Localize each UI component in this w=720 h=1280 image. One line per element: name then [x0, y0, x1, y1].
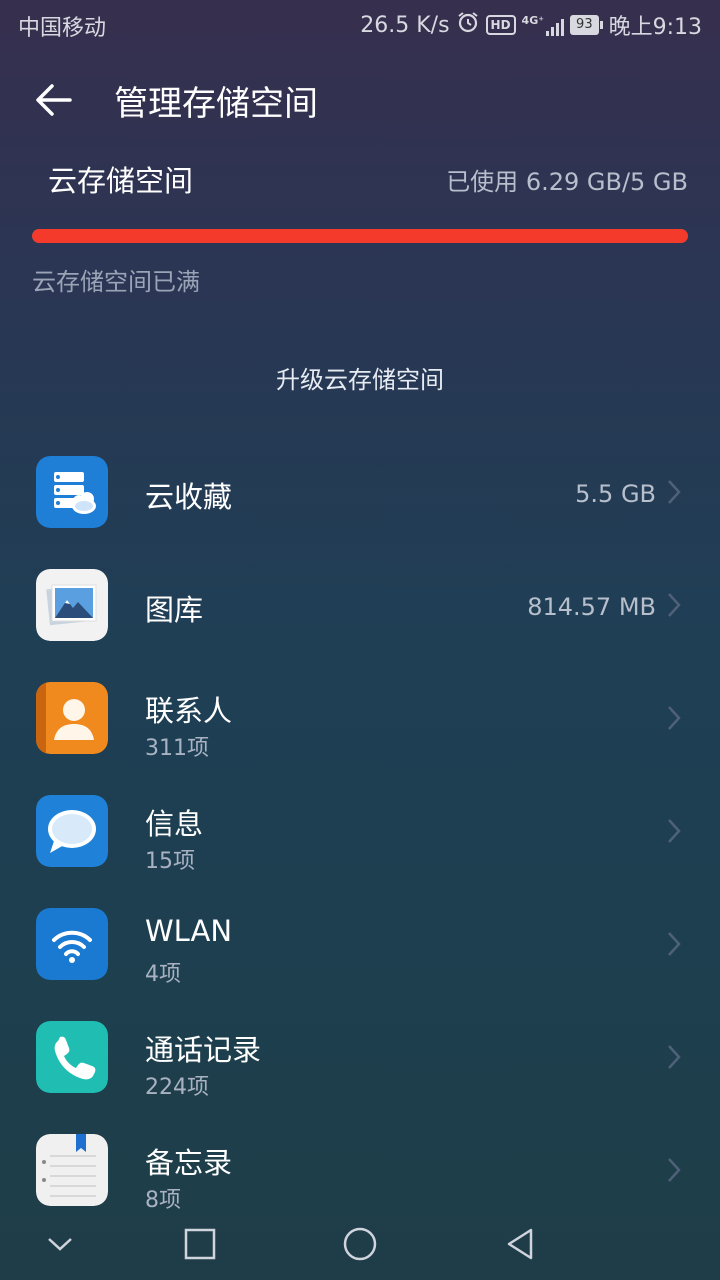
item-name: 图库: [145, 593, 204, 627]
list-item-messages[interactable]: 信息 15项: [0, 781, 720, 894]
status-bar: 中国移动 26.5 K/s HD 4G⁺ 93 晚上9:13: [0, 0, 720, 50]
network-speed: 26.5 K/s: [360, 12, 450, 38]
list-item-gallery[interactable]: 图库 814.57 MB: [0, 555, 720, 668]
item-name: 联系人: [145, 694, 233, 728]
backup-item-list: 云收藏 5.5 GB 图库 814.57 MB 联系人 311项 信息 15项 …: [0, 442, 720, 1233]
cloud-favorites-icon: [36, 456, 108, 528]
item-count: 311项: [145, 736, 209, 761]
cloud-storage-summary: 云存储空间 已使用 6.29 GB/5 GB: [0, 150, 720, 210]
hd-badge: HD: [485, 15, 516, 35]
chevron-down-icon: [48, 1238, 72, 1251]
signal-icon: 4G⁺: [522, 14, 565, 36]
upgrade-storage-button[interactable]: 升级云存储空间: [0, 360, 720, 395]
storage-used-text: 已使用 6.29 GB/5 GB: [446, 168, 688, 196]
chevron-right-icon: [668, 1045, 681, 1069]
clock: 晚上9:13: [608, 15, 702, 40]
list-item-cloud-favorites[interactable]: 云收藏 5.5 GB: [0, 442, 720, 555]
item-count: 224项: [145, 1075, 209, 1100]
messages-icon: [36, 795, 108, 867]
item-size: 814.57 MB: [527, 593, 656, 621]
recents-square-icon: [184, 1228, 216, 1260]
battery-level: 93: [570, 15, 599, 35]
carrier-name: 中国移动: [18, 16, 107, 41]
item-size: 5.5 GB: [575, 480, 656, 508]
chevron-right-icon: [668, 480, 681, 504]
gallery-icon: [36, 569, 108, 641]
system-nav-bar: [0, 1206, 720, 1280]
item-name: WLAN: [145, 914, 233, 948]
chevron-right-icon: [668, 932, 681, 956]
status-icons: 26.5 K/s HD 4G⁺ 93 晚上9:13: [360, 10, 702, 40]
home-circle-icon: [343, 1227, 377, 1261]
storage-label: 云存储空间: [48, 164, 194, 198]
back-button[interactable]: [24, 70, 84, 130]
item-name: 通话记录: [145, 1033, 262, 1067]
network-type: 4G⁺: [521, 14, 545, 27]
battery-icon: 93: [570, 15, 603, 35]
call-log-icon: [36, 1021, 108, 1093]
list-item-wlan[interactable]: WLAN 4项: [0, 894, 720, 1007]
list-item-call-log[interactable]: 通话记录 224项: [0, 1007, 720, 1120]
chevron-right-icon: [668, 1158, 681, 1182]
back-triangle-icon: [507, 1228, 533, 1260]
notepad-icon: [36, 1134, 108, 1206]
storage-progress-fill: [32, 229, 688, 243]
hide-nav-button[interactable]: [36, 1220, 84, 1268]
arrow-left-icon: [36, 84, 72, 116]
chevron-right-icon: [668, 819, 681, 843]
chevron-right-icon: [668, 706, 681, 730]
recents-button[interactable]: [176, 1220, 224, 1268]
app-bar: 管理存储空间: [0, 60, 720, 136]
storage-full-note: 云存储空间已满: [32, 268, 200, 296]
item-name: 信息: [145, 807, 204, 841]
wlan-icon: [36, 908, 108, 980]
contacts-icon: [36, 682, 108, 754]
list-item-contacts[interactable]: 联系人 311项: [0, 668, 720, 781]
item-name: 备忘录: [145, 1146, 233, 1180]
chevron-right-icon: [668, 593, 681, 617]
storage-progress-bar: [32, 229, 688, 243]
page-title: 管理存储空间: [114, 84, 318, 124]
item-count: 4项: [145, 962, 181, 987]
back-nav-button[interactable]: [496, 1220, 544, 1268]
item-count: 15项: [145, 849, 195, 874]
alarm-icon: [456, 10, 480, 40]
item-name: 云收藏: [145, 480, 233, 514]
home-button[interactable]: [336, 1220, 384, 1268]
